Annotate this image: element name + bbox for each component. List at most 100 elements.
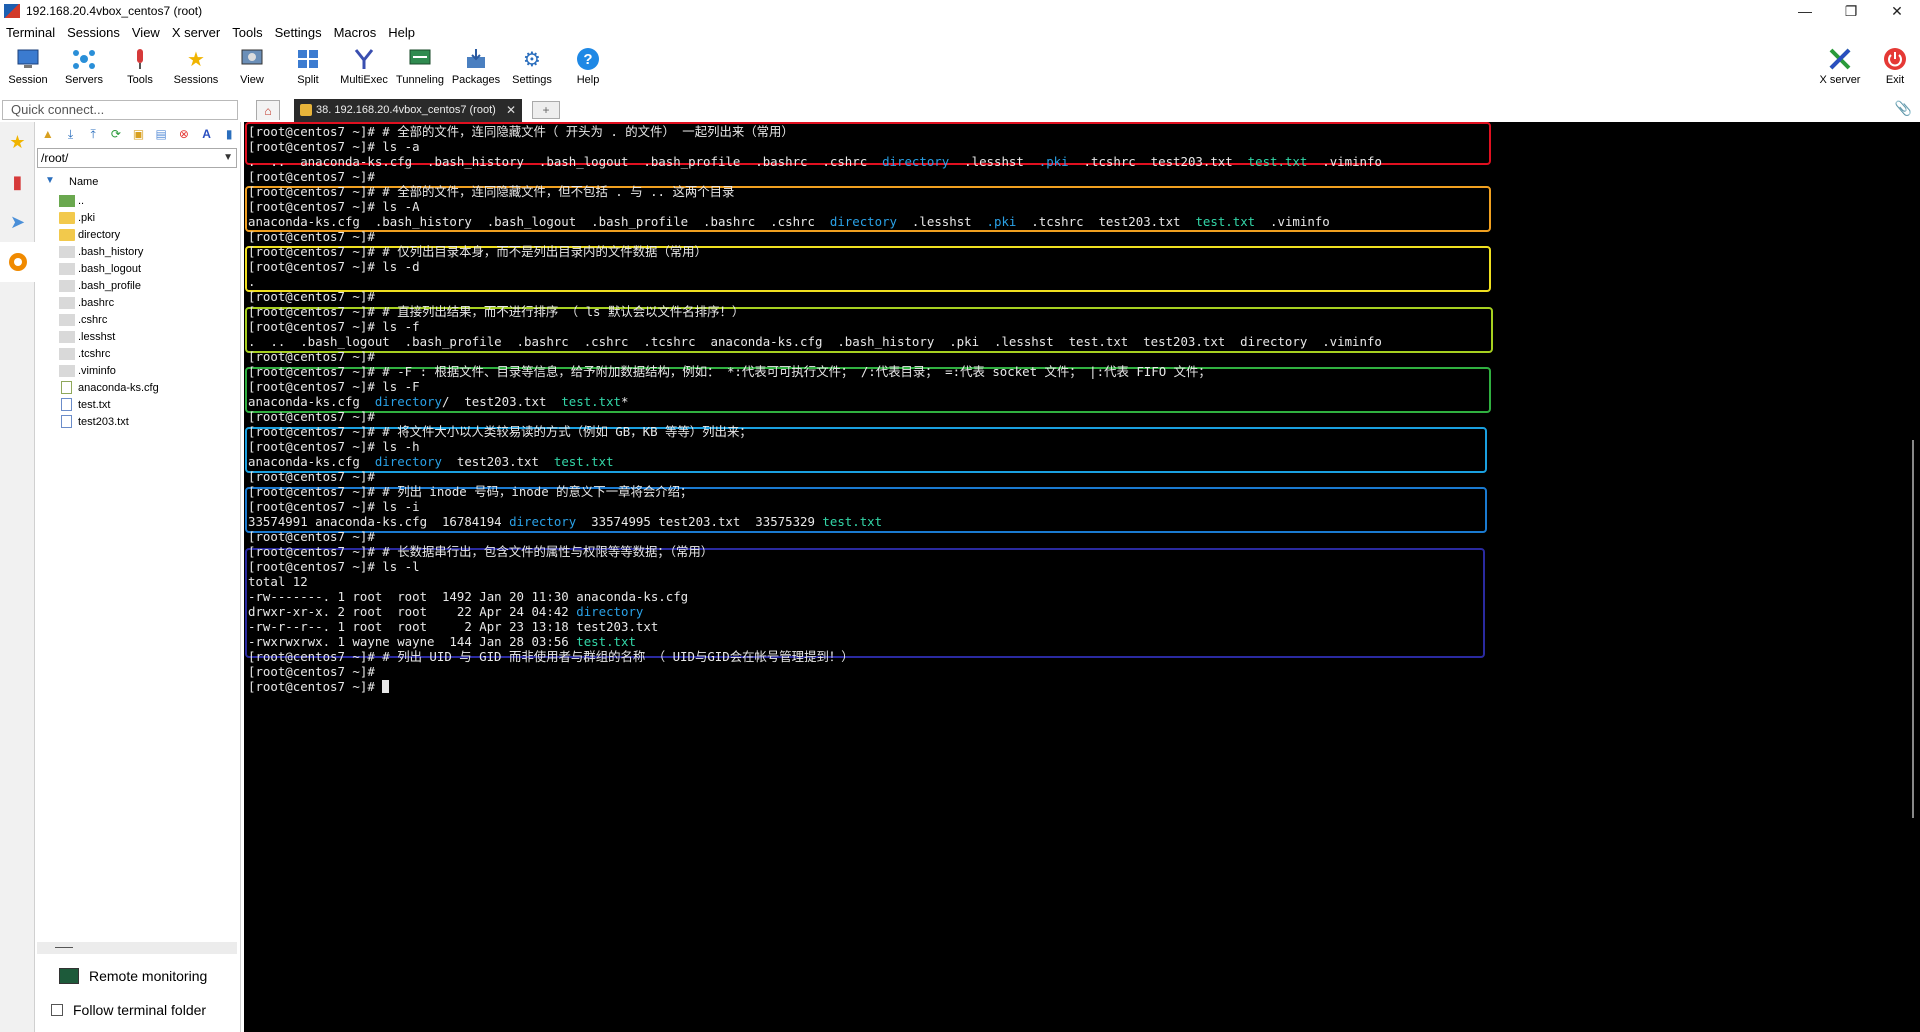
terminal-text: drwxr-xr-x. 2 root root 22 Apr 24 04:42 — [248, 604, 577, 619]
download-icon[interactable]: ⤓ — [60, 124, 82, 144]
settings-label: Settings — [512, 74, 552, 86]
exit-power-icon — [1882, 46, 1908, 72]
menu-sessions[interactable]: Sessions — [61, 25, 126, 40]
menu-macros[interactable]: Macros — [328, 25, 383, 40]
terminal-text: [root@centos7 ~]# # 长数据串行出，包含文件的属性与权限等等数… — [248, 544, 714, 559]
menu-tools[interactable]: Tools — [226, 25, 268, 40]
terminal-text: anaconda-ks.cfg — [248, 454, 375, 469]
upload-icon[interactable]: ⤒ — [82, 124, 104, 144]
terminal-line: [root@centos7 ~]# ls -a — [248, 139, 420, 154]
file-item-viminfo[interactable]: .viminfo — [35, 362, 240, 379]
file-item-anaconda-ks[interactable]: anaconda-ks.cfg — [35, 379, 240, 396]
new-folder-icon[interactable]: ▣ — [128, 124, 150, 144]
tools-side-icon[interactable]: ▮ — [0, 162, 35, 202]
paperclip-icon[interactable]: 📎 — [1895, 100, 1912, 117]
menu-settings[interactable]: Settings — [269, 25, 328, 40]
terminal-line: [root@centos7 ~]# # 列出 UID 与 GID 而非使用者与群… — [248, 649, 854, 664]
home-tab[interactable]: ⌂ — [256, 100, 280, 120]
chevron-down-icon[interactable]: ▼ — [223, 149, 233, 167]
new-tab-button[interactable]: + — [532, 101, 560, 119]
file-item-directory[interactable]: directory — [35, 226, 240, 243]
expand-triangle-icon[interactable]: ▼ — [45, 175, 55, 186]
remote-monitoring-button[interactable]: Remote monitoring — [59, 964, 207, 988]
delete-icon[interactable]: ⊗ — [173, 124, 195, 144]
sidebar-splitter[interactable] — [37, 942, 237, 954]
file-item-bash-logout[interactable]: .bash_logout — [35, 260, 240, 277]
tunneling-button[interactable]: Tunneling — [392, 42, 448, 92]
terminal-line: [root@centos7 ~]# # 全部的文件，连同隐藏文件（ 开头为 . … — [248, 124, 794, 139]
sessions-button[interactable]: ★ Sessions — [168, 42, 224, 92]
tree-header[interactable]: ▼ Name — [35, 174, 240, 192]
multiexec-button[interactable]: MultiExec — [336, 42, 392, 92]
maximize-button[interactable]: ❐ — [1828, 0, 1874, 22]
new-file-icon[interactable]: ▤ — [150, 124, 172, 144]
menu-help[interactable]: Help — [382, 25, 421, 40]
terminal-line: [root@centos7 ~]# ls -h — [248, 439, 420, 454]
path-field[interactable]: /root/ ▼ — [37, 148, 237, 168]
terminal-text: .tcshrc test203.txt — [1016, 214, 1196, 229]
minimize-button[interactable]: — — [1782, 0, 1828, 22]
tab-close-icon[interactable]: ✕ — [506, 99, 516, 121]
add-tab-icon: + — [542, 103, 550, 117]
packages-button[interactable]: Packages — [448, 42, 504, 92]
name-column-header[interactable]: Name — [69, 176, 98, 188]
window-titlebar: 192.168.20.4vbox_centos7 (root) — ❐ ✕ — [0, 0, 1920, 22]
properties-icon[interactable]: ▮ — [218, 124, 240, 144]
file-item-lesshst[interactable]: .lesshst — [35, 328, 240, 345]
exit-button[interactable]: Exit — [1870, 42, 1920, 92]
file-name: .bashrc — [78, 296, 115, 309]
view-button[interactable]: View — [224, 42, 280, 92]
terminal-scrollbar[interactable] — [1912, 440, 1914, 818]
refresh-icon[interactable]: ⟳ — [105, 124, 127, 144]
parent-folder-icon[interactable]: ▲ — [37, 124, 59, 144]
split-button[interactable]: Split — [280, 42, 336, 92]
help-button[interactable]: ? Help — [560, 42, 616, 92]
sftp-side-icon[interactable]: ➤ — [0, 202, 35, 242]
xserver-button[interactable]: X server — [1810, 42, 1870, 92]
file-item-parent[interactable]: .. — [35, 192, 240, 209]
text-file-icon — [61, 415, 72, 428]
close-window-button[interactable]: ✕ — [1874, 0, 1920, 22]
file-item-bash-history[interactable]: .bash_history — [35, 243, 240, 260]
terminal-text: [root@centos7 ~]# — [248, 529, 375, 544]
terminal-line: [root@centos7 ~]# # 长数据串行出，包含文件的属性与权限等等数… — [248, 544, 713, 559]
file-item-test203-txt[interactable]: test203.txt — [35, 413, 240, 430]
terminal-line: [root@centos7 ~]# ls -A — [248, 199, 420, 214]
file-item-test-txt[interactable]: test.txt — [35, 396, 240, 413]
session-button[interactable]: Session — [0, 42, 56, 92]
favorites-star-icon[interactable]: ★ — [0, 122, 35, 162]
rename-icon[interactable]: A — [196, 124, 218, 144]
home-icon: ⌂ — [264, 103, 272, 118]
terminal-text: 33574995 test203.txt 33575329 — [576, 514, 823, 529]
file-item-bash-profile[interactable]: .bash_profile — [35, 277, 240, 294]
file-item-cshrc[interactable]: .cshrc — [35, 311, 240, 328]
tools-button[interactable]: Tools — [112, 42, 168, 92]
terminal-text: . .. .bash_logout .bash_profile .bashrc … — [248, 334, 1382, 349]
menu-x-server[interactable]: X server — [166, 25, 226, 40]
menu-view[interactable]: View — [126, 25, 166, 40]
terminal-pane[interactable]: [root@centos7 ~]# # 全部的文件，连同隐藏文件（ 开头为 . … — [244, 122, 1920, 1032]
terminal-text: test203.txt — [441, 454, 554, 469]
monitor-icon — [59, 968, 79, 984]
executable-file-name: test.txt — [553, 454, 614, 469]
folder-icon — [59, 228, 75, 241]
servers-button[interactable]: Servers — [56, 42, 112, 92]
session-icon — [15, 46, 41, 72]
follow-terminal-folder-checkbox[interactable]: Follow terminal folder — [51, 1000, 206, 1020]
terminal-tab[interactable]: 38. 192.168.20.4vbox_centos7 (root) ✕ — [294, 99, 522, 122]
terminal-text: [root@centos7 ~]# # 将文件大小以人类较易读的方式（例如 GB… — [248, 424, 752, 439]
file-item-pki[interactable]: .pki — [35, 209, 240, 226]
quick-connect-input[interactable]: Quick connect... — [2, 100, 238, 120]
terminal-line: anaconda-ks.cfg directory test203.txt te… — [248, 454, 614, 469]
file-item-tcshrc[interactable]: .tcshrc — [35, 345, 240, 362]
menu-terminal[interactable]: Terminal — [0, 25, 61, 40]
settings-button[interactable]: ⚙ Settings — [504, 42, 560, 92]
file-name: .bash_profile — [78, 279, 141, 292]
checkbox-box[interactable] — [51, 1004, 63, 1016]
terminal-text: anaconda-ks.cfg .bash_history .bash_logo… — [248, 214, 830, 229]
directory-name: directory — [374, 394, 442, 409]
terminal-text: [root@centos7 ~]# ls -A — [248, 199, 420, 214]
macros-side-icon[interactable] — [0, 242, 35, 282]
file-item-bashrc[interactable]: .bashrc — [35, 294, 240, 311]
terminal-line: [root@centos7 ~]# # 列出 inode 号码，inode 的意… — [248, 484, 692, 499]
